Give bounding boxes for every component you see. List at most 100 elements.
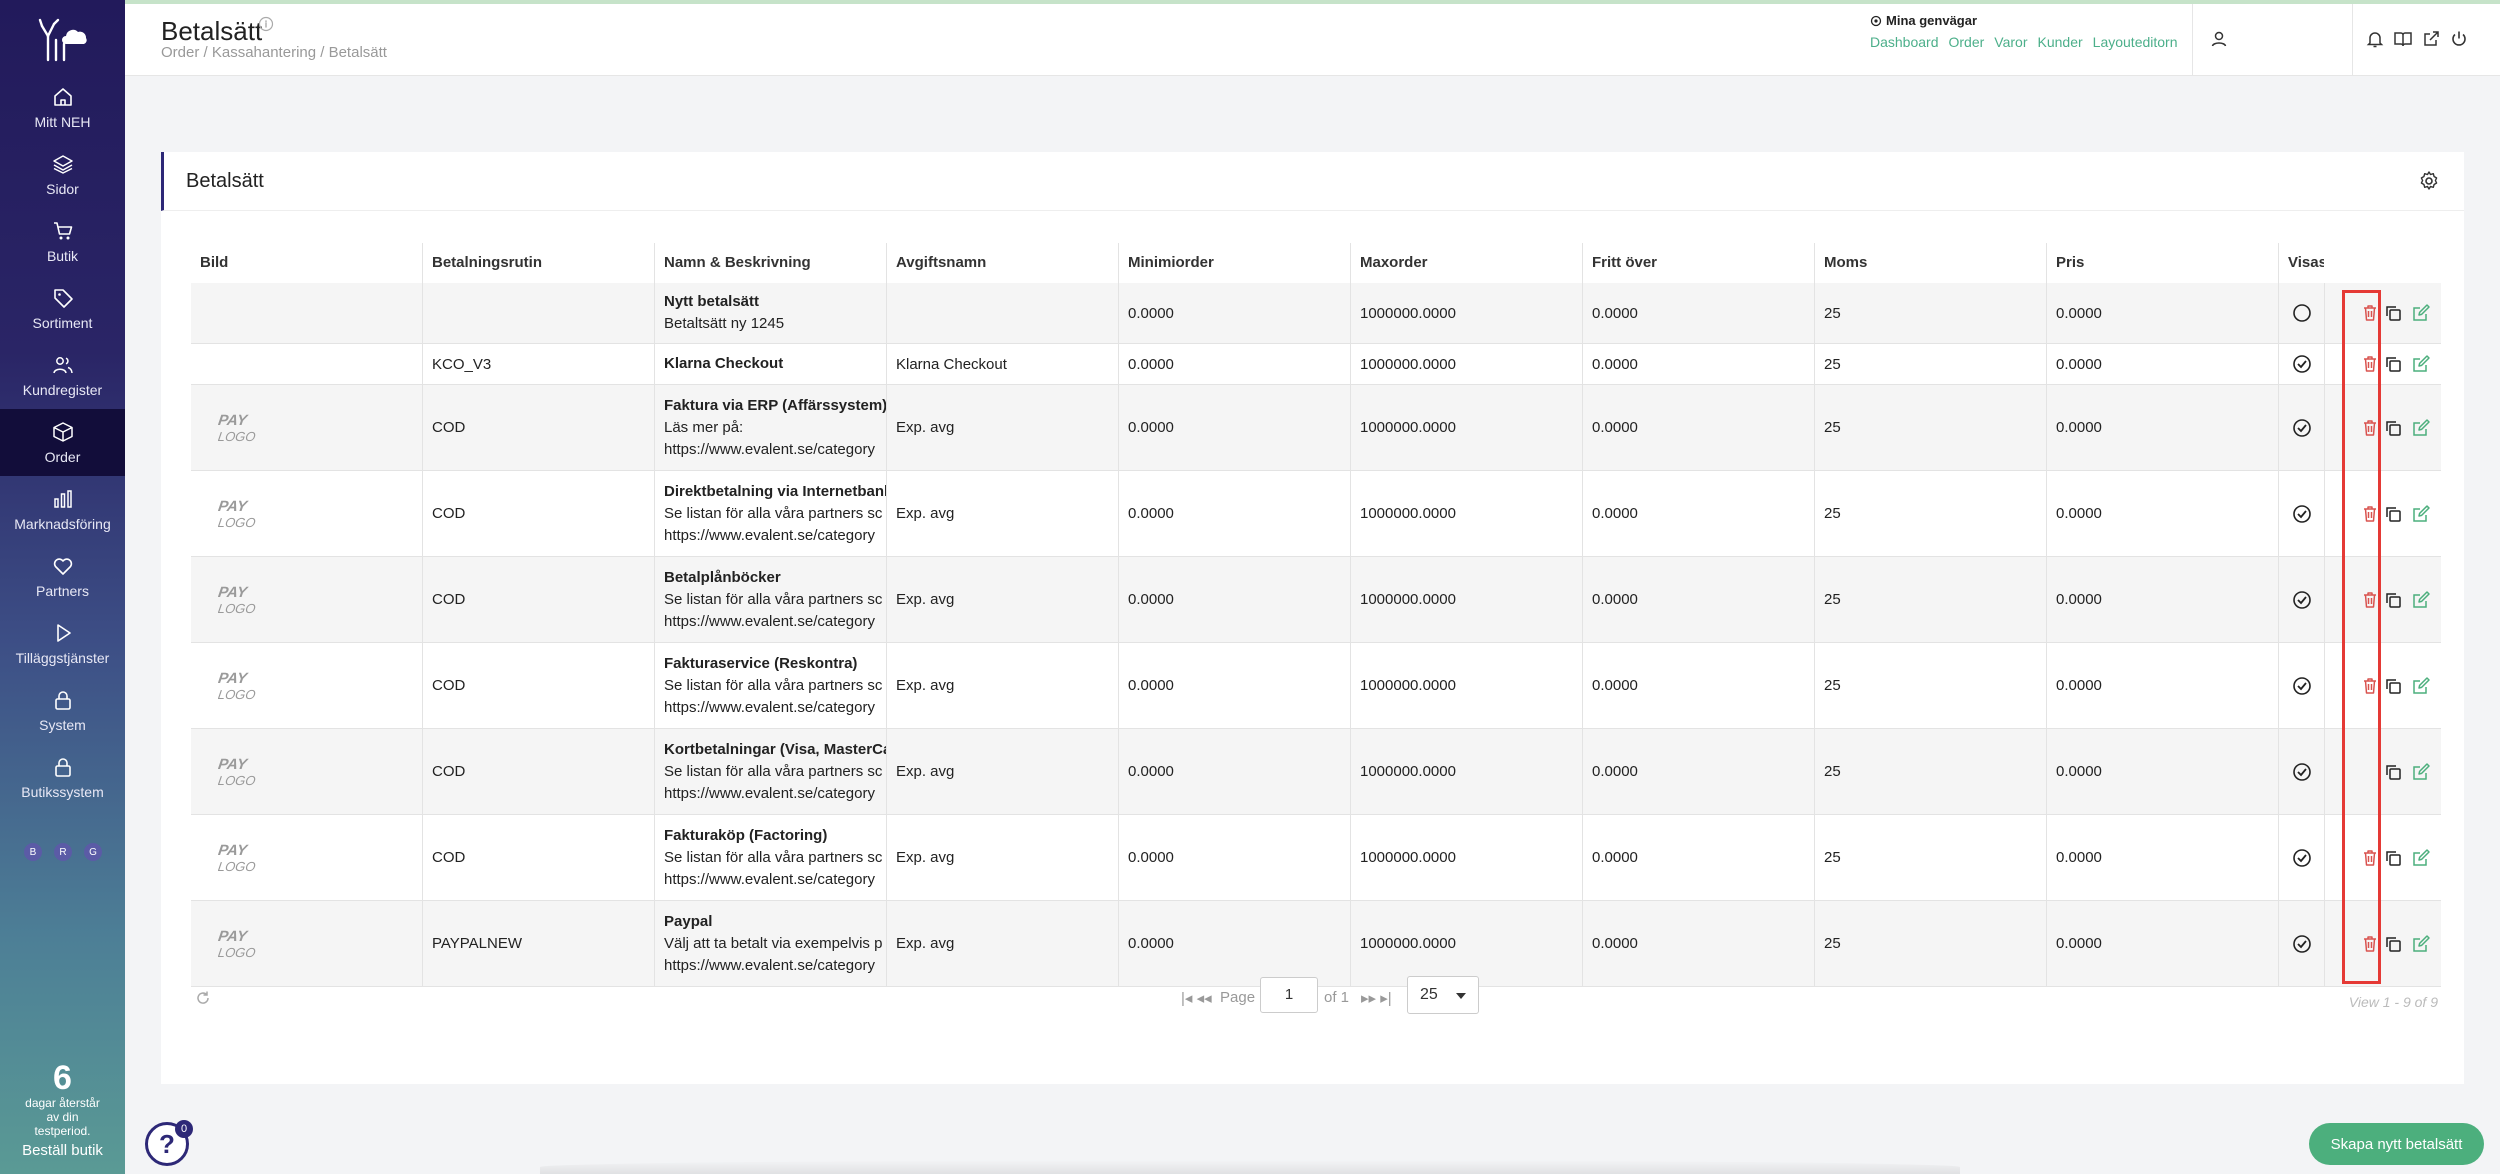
column-header[interactable]: Visas	[2278, 243, 2324, 283]
column-header[interactable]: Moms	[1814, 243, 2046, 283]
table-cell: 0.0000	[1582, 815, 1814, 900]
sidebar-item-marknadsföring[interactable]: Marknadsföring	[0, 476, 125, 543]
sidebar-item-sortiment[interactable]: Sortiment	[0, 275, 125, 342]
column-header[interactable]: Fritt över	[1582, 243, 1814, 283]
shortcut-link-dashboard[interactable]: Dashboard	[1870, 34, 1939, 50]
page-number-input[interactable]: 1	[1260, 977, 1318, 1013]
sidebar-item-label: Partners	[36, 582, 89, 599]
brand-logo[interactable]	[38, 18, 88, 62]
edit-icon[interactable]	[2411, 354, 2431, 374]
table-row[interactable]: PAY LOGO COD Fakturaservice (Reskontra) Se l…	[191, 643, 2441, 729]
shortcut-link-order[interactable]: Order	[1949, 34, 1985, 50]
hidden-circle-icon[interactable]	[2292, 303, 2312, 323]
table-cell	[886, 283, 1118, 343]
payment-name: Kortbetalningar (Visa, MasterCa	[664, 740, 886, 758]
table-cell: Exp. avg	[886, 471, 1118, 556]
column-header[interactable]: Maxorder	[1350, 243, 1582, 283]
table-row[interactable]: PAY LOGO COD Direktbetalning via Internetba…	[191, 471, 2441, 557]
header: Betalsätt Order / Kassahantering / Betal…	[125, 4, 2500, 76]
copy-icon[interactable]	[2383, 354, 2403, 374]
page-size-value: 25	[1420, 986, 1438, 1003]
svg-text:PAY: PAY	[218, 842, 250, 859]
shortcut-link-layouteditorn[interactable]: Layouteditorn	[2093, 34, 2178, 50]
header-divider	[2352, 4, 2353, 76]
copy-icon[interactable]	[2383, 418, 2403, 438]
theme-dot[interactable]: G	[84, 843, 102, 861]
info-icon[interactable]	[258, 16, 274, 32]
edit-icon[interactable]	[2411, 590, 2431, 610]
first-prev-page-buttons[interactable]: |◂ ◂◂	[1181, 989, 1212, 1007]
create-payment-method-button[interactable]: Skapa nytt betalsätt	[2309, 1123, 2484, 1165]
order-shop-link[interactable]: Beställ butik	[0, 1142, 125, 1159]
column-header[interactable]: Avgiftsnamn	[886, 243, 1118, 283]
copy-icon[interactable]	[2383, 504, 2403, 524]
edit-icon[interactable]	[2411, 504, 2431, 524]
table-row[interactable]: PAY LOGO COD Faktura via ERP (Affärssystem)…	[191, 385, 2441, 471]
edit-icon[interactable]	[2411, 848, 2431, 868]
external-link-icon[interactable]	[2421, 29, 2441, 49]
copy-icon[interactable]	[2383, 590, 2403, 610]
visible-check-icon[interactable]	[2292, 590, 2312, 610]
sidebar-item-label: Sortiment	[32, 314, 93, 331]
visible-check-icon[interactable]	[2292, 848, 2312, 868]
theme-dot[interactable]: R	[54, 843, 72, 861]
settings-gear-icon[interactable]	[2418, 170, 2440, 192]
sidebar-item-sidor[interactable]: Sidor	[0, 141, 125, 208]
shortcut-link-kunder[interactable]: Kunder	[2038, 34, 2083, 50]
table-cell: 25	[1814, 471, 2046, 556]
sidebar-item-tilläggstjänster[interactable]: Tilläggstjänster	[0, 610, 125, 677]
edit-icon[interactable]	[2411, 303, 2431, 323]
visible-check-icon[interactable]	[2292, 504, 2312, 524]
column-header[interactable]: Minimiorder	[1118, 243, 1350, 283]
sidebar-item-kundregister[interactable]: Kundregister	[0, 342, 125, 409]
sidebar-item-butikssystem[interactable]: Butikssystem	[0, 744, 125, 811]
copy-icon[interactable]	[2383, 303, 2403, 323]
table-row[interactable]: PAY LOGO COD Fakturaköp (Factoring) Se lista…	[191, 815, 2441, 901]
sidebar-item-label: Kundregister	[22, 381, 103, 398]
max-order: 1000000.0000	[1360, 355, 1456, 373]
visible-check-icon[interactable]	[2292, 676, 2312, 696]
column-header[interactable]: Betalningsrutin	[422, 243, 654, 283]
edit-icon[interactable]	[2411, 762, 2431, 782]
help-icon: ?	[159, 1128, 175, 1159]
pay-logo-image: PAYLOGO	[218, 498, 257, 530]
next-last-page-buttons[interactable]: ▸▸ ▸|	[1361, 989, 1392, 1007]
user-icon[interactable]	[2209, 29, 2229, 49]
page-size-select[interactable]: 25	[1407, 976, 1479, 1014]
sidebar-item-butik[interactable]: Butik	[0, 208, 125, 275]
table-row[interactable]: PAY LOGO COD Kortbetalningar (Visa, MasterC…	[191, 729, 2441, 815]
bell-icon[interactable]	[2365, 29, 2385, 49]
edit-icon[interactable]	[2411, 418, 2431, 438]
sidebar-item-order[interactable]: Order	[0, 409, 125, 476]
sidebar-item-partners[interactable]: Partners	[0, 543, 125, 610]
column-header[interactable]: Bild	[191, 243, 422, 283]
column-header[interactable]: Pris	[2046, 243, 2278, 283]
copy-icon[interactable]	[2383, 848, 2403, 868]
copy-icon[interactable]	[2383, 762, 2403, 782]
column-header[interactable]: Namn & Beskrivning	[654, 243, 886, 283]
copy-icon[interactable]	[2383, 934, 2403, 954]
table-row[interactable]: PAY LOGO COD Betalplånböcker Se listan för a…	[191, 557, 2441, 643]
visible-check-icon[interactable]	[2292, 418, 2312, 438]
theme-dot[interactable]: B	[24, 843, 42, 861]
visible-cell	[2278, 385, 2324, 470]
book-icon[interactable]	[2393, 29, 2413, 49]
vat: 25	[1824, 763, 1841, 780]
edit-icon[interactable]	[2411, 934, 2431, 954]
edit-icon[interactable]	[2411, 676, 2431, 696]
gear-icon	[1870, 15, 1882, 26]
visible-check-icon[interactable]	[2292, 934, 2312, 954]
visible-check-icon[interactable]	[2292, 354, 2312, 374]
visible-check-icon[interactable]	[2292, 762, 2312, 782]
copy-icon[interactable]	[2383, 676, 2403, 696]
shortcut-link-varor[interactable]: Varor	[1994, 34, 2027, 50]
refresh-icon[interactable]	[195, 990, 211, 1006]
fee-name: Exp. avg	[896, 763, 955, 780]
table-cell: PAY LOGO	[191, 815, 422, 900]
sidebar-item-system[interactable]: System	[0, 677, 125, 744]
svg-text:PAY: PAY	[218, 412, 250, 429]
table-row[interactable]: KCO_V3 Klarna Checkout Klarna Checkout 0.00…	[191, 344, 2441, 385]
table-row[interactable]: Nytt betalsätt Betaltsätt ny 1245 0.0000 10…	[191, 283, 2441, 344]
power-icon[interactable]	[2449, 29, 2469, 49]
sidebar-item-mitt-neh[interactable]: Mitt NEH	[0, 74, 125, 141]
